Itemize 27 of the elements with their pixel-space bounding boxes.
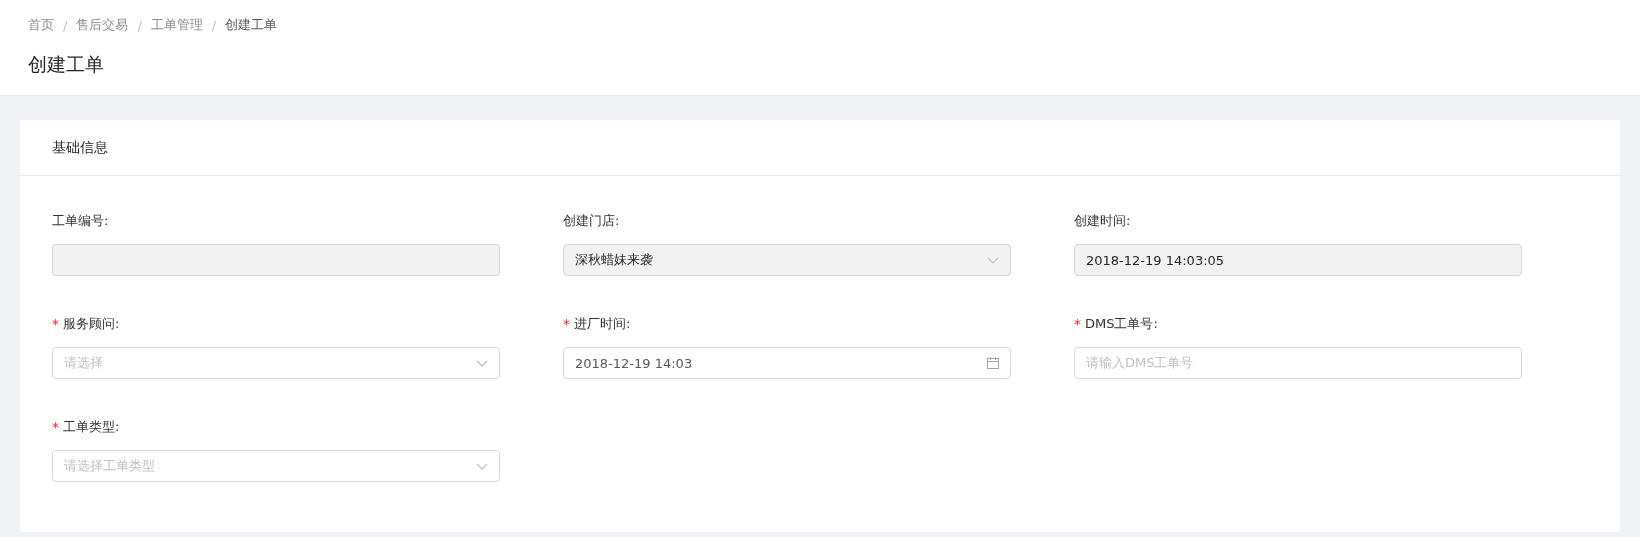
card-title: 基础信息 [52,138,108,157]
field-label: 工单编号: [52,212,109,230]
field-label: 创建时间: [1074,212,1131,230]
field-label: DMS工单号: [1085,315,1158,333]
chevron-down-icon [476,359,488,367]
required-asterisk: * [563,316,570,332]
select-field[interactable]: 请选择工单类型 [52,450,500,482]
breadcrumb-link[interactable]: 工单管理 [150,16,203,34]
field-label: 服务顾问: [63,315,120,333]
required-asterisk: * [52,316,59,332]
field-label: 创建门店: [563,212,620,230]
field-label: 工单类型: [63,418,120,436]
calendar-icon [987,357,999,369]
breadcrumb-separator: / [137,17,142,33]
breadcrumb-separator: / [63,17,68,33]
required-asterisk: * [52,419,59,435]
breadcrumb-link[interactable]: 售后交易 [76,16,129,34]
input-field[interactable]: 请输入DMS工单号 [1074,347,1522,379]
breadcrumb-link[interactable]: 首页 [28,16,54,34]
chevron-down-icon [987,256,999,264]
breadcrumb-separator: / [211,17,217,33]
page-title: 创建工单 [28,52,105,77]
required-asterisk: * [1074,316,1081,332]
date-field[interactable]: 2018-12-19 14:03 [563,347,1011,379]
chevron-down-icon [476,462,488,470]
select-field[interactable]: 请选择 [52,347,500,379]
field-label: 进厂时间: [574,315,631,333]
